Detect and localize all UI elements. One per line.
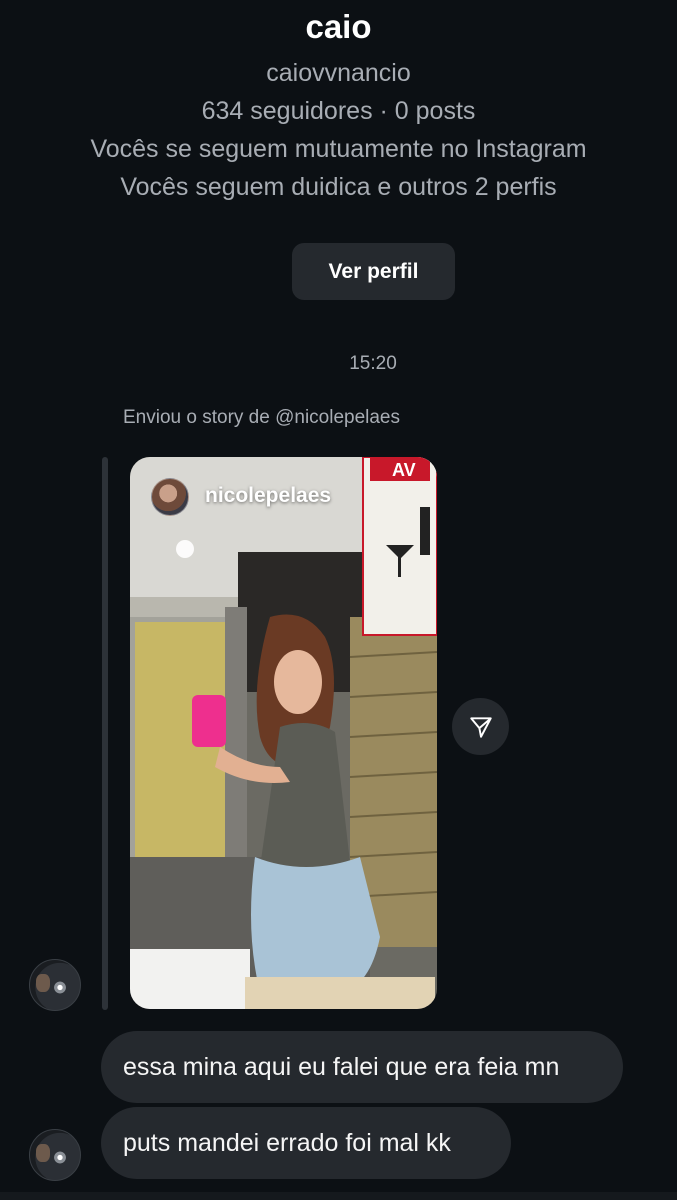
- message-bubble[interactable]: puts mandei errado foi mal kk: [101, 1107, 511, 1179]
- view-profile-button[interactable]: Ver perfil: [292, 243, 455, 300]
- mutual-follow-note: Vocês se seguem mutuamente no Instagram: [90, 135, 587, 163]
- story-share-note: Enviou o story de @nicolepelaes: [123, 407, 401, 428]
- story-author-username: nicolepelaes: [205, 484, 332, 507]
- message-timestamp: 15:20: [349, 353, 397, 374]
- story-photo: AV: [130, 457, 437, 1009]
- story-sign-text: AV: [392, 460, 416, 480]
- composer-edge: [0, 1192, 677, 1200]
- mutual-following-note: Vocês seguem duidica e outros 2 perfis: [120, 173, 557, 201]
- shared-story-card[interactable]: AV nicolepelaes: [130, 457, 437, 1009]
- story-reply-bar: [102, 457, 108, 1010]
- profile-stats: 634 seguidores · 0 posts: [201, 97, 476, 125]
- sender-avatar[interactable]: [29, 959, 81, 1011]
- profile-name: caio: [305, 8, 372, 45]
- message-bubble[interactable]: essa mina aqui eu falei que era feia mn: [101, 1031, 623, 1103]
- share-story-button[interactable]: [452, 698, 509, 755]
- avatar-face: [36, 1144, 50, 1162]
- avatar-face: [36, 974, 50, 992]
- story-author-avatar: [151, 478, 189, 516]
- message-text: essa mina aqui eu falei que era feia mn: [123, 1052, 560, 1081]
- message-text: puts mandei errado foi mal kk: [123, 1128, 451, 1157]
- profile-username: caiovvnancio: [266, 59, 411, 87]
- paper-plane-icon: [469, 716, 492, 738]
- sender-avatar[interactable]: [29, 1129, 81, 1181]
